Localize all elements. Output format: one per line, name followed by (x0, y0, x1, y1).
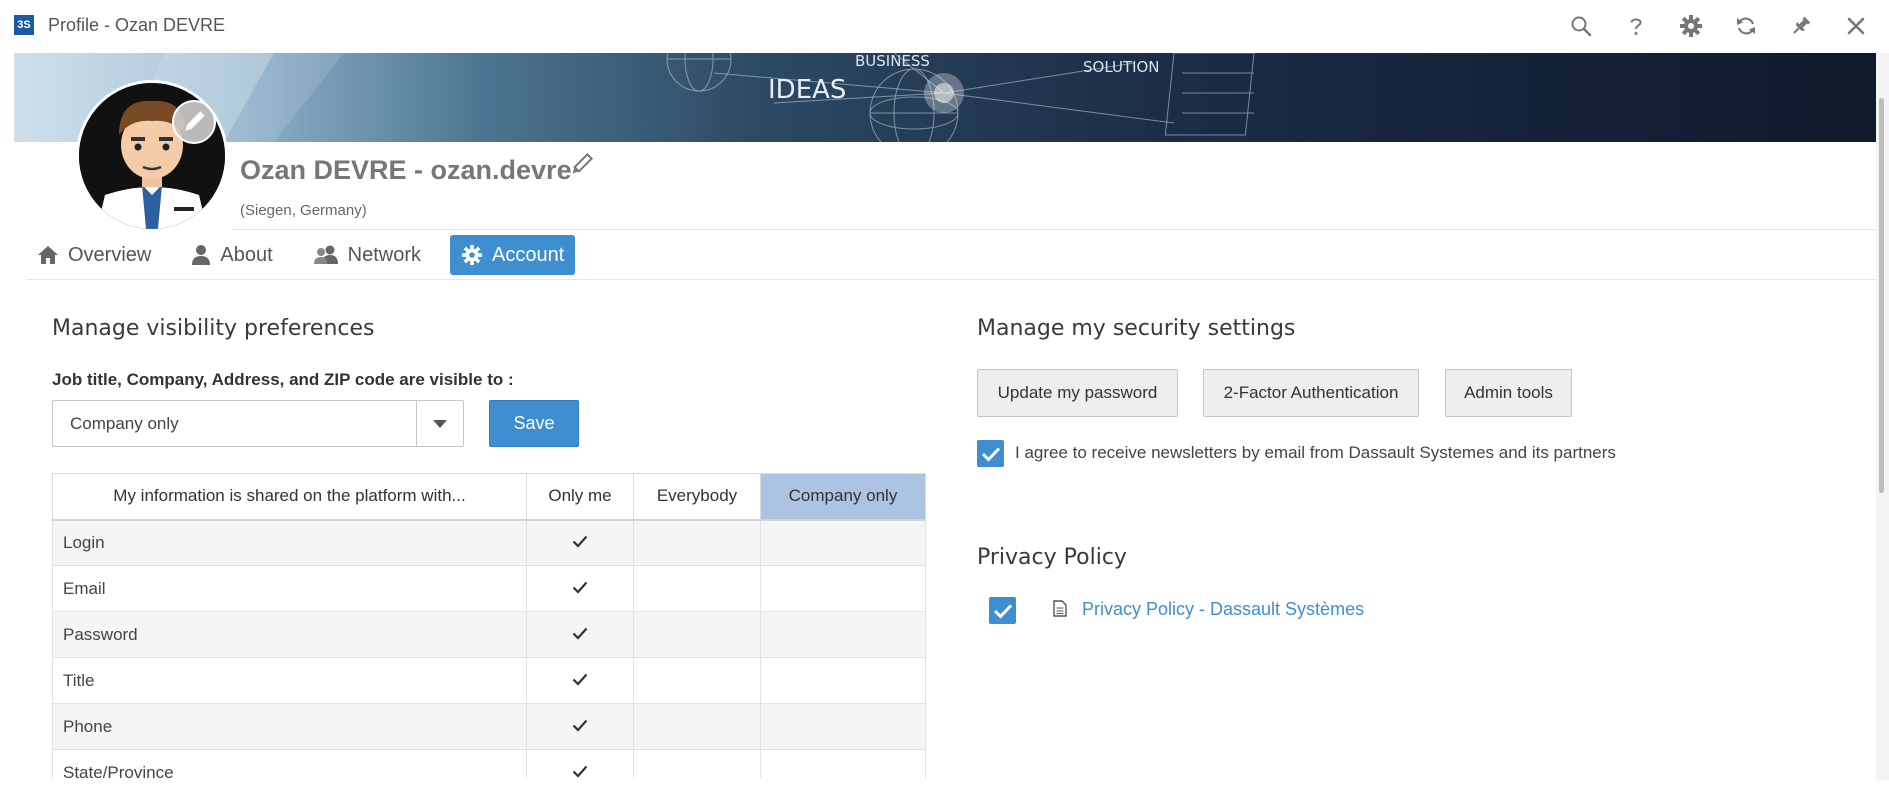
row-label: Password (52, 611, 527, 658)
column-header-only-me[interactable]: Only me (526, 473, 634, 521)
table-header-row: My information is shared on the platform… (52, 473, 926, 521)
cell-everybody[interactable] (633, 611, 761, 658)
cell-company-only[interactable] (760, 611, 926, 658)
cell-company-only[interactable] (760, 565, 926, 612)
checkmark-icon (993, 603, 1012, 619)
cell-everybody[interactable] (633, 657, 761, 704)
checkmark-icon (572, 719, 588, 732)
cell-everybody[interactable] (633, 749, 761, 778)
checkmark-icon (981, 446, 1000, 462)
table-row: State/Province (52, 749, 926, 778)
row-label: Title (52, 657, 527, 704)
table-row: Login (52, 519, 926, 566)
checkmark-icon (572, 673, 588, 686)
checkmark-icon (572, 627, 588, 640)
cell-company-only[interactable] (760, 749, 926, 778)
row-label: Email (52, 565, 527, 612)
table-clip: My information is shared on the platform… (0, 0, 1889, 778)
checkmark-icon (572, 535, 588, 548)
security-section-title: Manage my security settings (977, 316, 1296, 341)
row-label: State/Province (52, 749, 527, 778)
two-factor-auth-button[interactable]: 2-Factor Authentication (1203, 369, 1419, 417)
privacy-checkbox[interactable] (989, 597, 1016, 624)
cell-only-me[interactable] (526, 611, 634, 658)
table-row: Email (52, 565, 926, 612)
cell-company-only[interactable] (760, 703, 926, 750)
column-header-information: My information is shared on the platform… (52, 473, 527, 521)
privacy-policy-link[interactable]: Privacy Policy - Dassault Systèmes (1082, 599, 1364, 620)
column-header-company-only[interactable]: Company only (760, 473, 926, 521)
cell-only-me[interactable] (526, 749, 634, 778)
cell-everybody[interactable] (633, 703, 761, 750)
cell-company-only[interactable] (760, 657, 926, 704)
cell-company-only[interactable] (760, 519, 926, 566)
cell-only-me[interactable] (526, 703, 634, 750)
newsletter-checkbox[interactable] (977, 440, 1004, 467)
visibility-table-body: Login Email Password Title Phone State/Provin… (52, 519, 926, 778)
checkmark-icon (572, 765, 588, 778)
row-label: Phone (52, 703, 527, 750)
document-icon (1053, 600, 1067, 617)
privacy-section-title: Privacy Policy (977, 545, 1127, 570)
admin-tools-button[interactable]: Admin tools (1445, 369, 1572, 417)
cell-everybody[interactable] (633, 565, 761, 612)
table-row: Password (52, 611, 926, 658)
cell-only-me[interactable] (526, 565, 634, 612)
update-password-button[interactable]: Update my password (977, 369, 1178, 417)
cell-everybody[interactable] (633, 519, 761, 566)
table-row: Phone (52, 703, 926, 750)
visibility-table: My information is shared on the platform… (52, 473, 926, 778)
cell-only-me[interactable] (526, 519, 634, 566)
row-label: Login (52, 519, 527, 566)
table-row: Title (52, 657, 926, 704)
newsletter-label: I agree to receive newsletters by email … (1015, 443, 1616, 462)
cell-only-me[interactable] (526, 657, 634, 704)
column-header-everybody[interactable]: Everybody (633, 473, 761, 521)
checkmark-icon (572, 581, 588, 594)
